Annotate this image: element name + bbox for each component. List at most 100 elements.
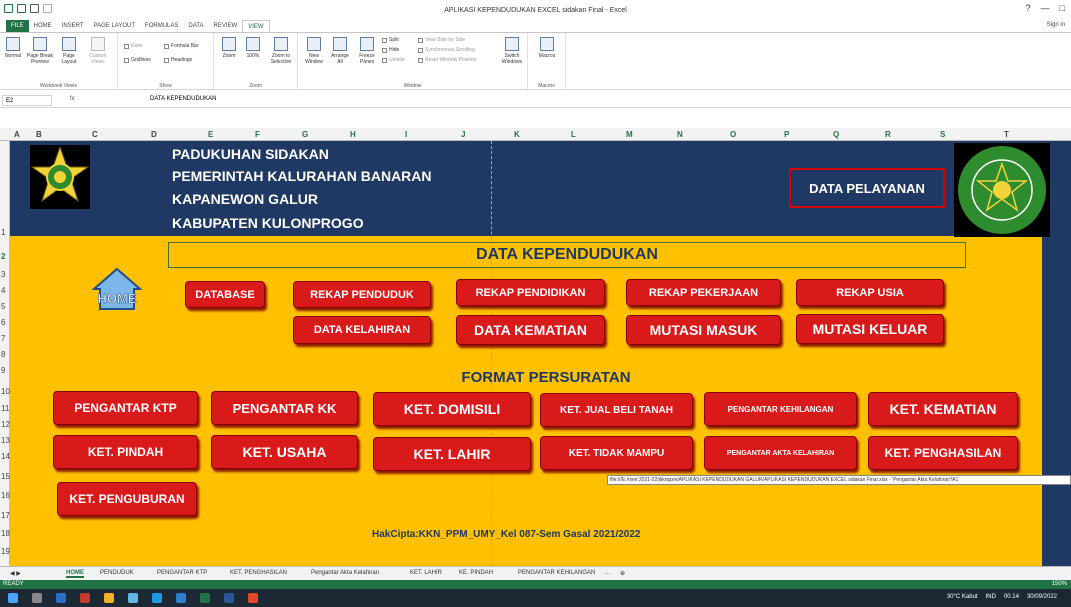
data-kelahiran-button[interactable]: DATA KELAHIRAN (293, 316, 431, 344)
home-icon[interactable]: HOME (91, 267, 143, 311)
pengantar-akta-kelahiran-button[interactable]: PENGANTAR AKTA KELAHIRAN (704, 436, 857, 470)
ket-usaha-button[interactable]: KET. USAHA (211, 435, 358, 469)
column-header[interactable]: P (784, 130, 789, 139)
mutasi-masuk-button[interactable]: MUTASI MASUK (626, 315, 781, 345)
zoom-button[interactable]: Zoom (218, 37, 240, 59)
sheet-tab-ke-pindah[interactable]: KE. PINDAH (459, 570, 493, 576)
data-kematian-button[interactable]: DATA KEMATIAN (456, 315, 605, 345)
split-button[interactable]: Split (382, 37, 399, 43)
sheet-tab-ket-penghasilan[interactable]: KET. PENGHASILAN (230, 570, 287, 576)
row-header[interactable]: 1 (1, 228, 5, 237)
gridlines-checkbox[interactable]: Gridlines (124, 57, 151, 63)
tab-data[interactable]: DATA (183, 20, 208, 32)
teams-icon[interactable] (128, 593, 138, 603)
tab-home[interactable]: HOME (29, 20, 57, 32)
sheet-tab-pengantar-ktp[interactable]: PENGANTAR KTP (157, 570, 207, 576)
ket-domisili-button[interactable]: KET. DOMISILI (373, 392, 531, 426)
row-header[interactable]: 2 (1, 252, 5, 261)
row-header[interactable]: 5 (1, 302, 5, 311)
sheet-tab-home[interactable]: HOME (66, 570, 84, 578)
sheet-tab-more[interactable]: ... (605, 570, 610, 576)
sheet-tab-ket-lahir[interactable]: KET. LAHIR (410, 570, 442, 576)
clock-time[interactable]: 00.14 (1004, 594, 1019, 600)
custom-views-button[interactable]: Custom Views (84, 37, 112, 65)
page-layout-button[interactable]: Page Layout (56, 37, 82, 65)
row-header[interactable]: 12 (1, 420, 10, 429)
rekap-usia-button[interactable]: REKAP USIA (796, 279, 944, 306)
row-header[interactable]: 7 (1, 334, 5, 343)
arrange-all-button[interactable]: Arrange All (328, 37, 352, 65)
row-header[interactable]: 18 (1, 529, 10, 538)
column-header[interactable]: H (350, 130, 356, 139)
page-break-preview-button[interactable]: Page Break Preview (26, 37, 54, 65)
column-header[interactable]: M (626, 130, 633, 139)
column-header[interactable]: L (571, 130, 576, 139)
column-header[interactable]: I (405, 130, 407, 139)
macros-button[interactable]: Macros (534, 37, 560, 59)
column-header[interactable]: D (151, 130, 157, 139)
file-explorer-icon[interactable] (104, 593, 114, 603)
data-pelayanan-button[interactable]: DATA PELAYANAN (789, 168, 945, 208)
column-header[interactable]: R (885, 130, 891, 139)
normal-view-button[interactable]: Normal (2, 37, 24, 59)
row-header[interactable]: 14 (1, 452, 10, 461)
sheet-nav-icon[interactable]: ◀ ▶ (10, 570, 21, 577)
reset-window-position-button[interactable]: Reset Window Position (418, 57, 476, 63)
tab-formulas[interactable]: FORMULAS (140, 20, 183, 32)
store-icon[interactable] (56, 593, 66, 603)
ket-penguburan-button[interactable]: KET. PENGUBURAN (57, 482, 197, 516)
ruler-checkbox[interactable]: Ruler (124, 43, 143, 49)
synchronous-scrolling-button[interactable]: Synchronous Scrolling (418, 47, 475, 53)
tab-file[interactable]: FILE (6, 20, 29, 32)
column-header[interactable]: B (36, 130, 42, 139)
column-header[interactable]: Q (833, 130, 839, 139)
row-header[interactable]: 10 (1, 387, 10, 396)
column-header[interactable]: S (940, 130, 945, 139)
database-button[interactable]: DATABASE (185, 281, 265, 308)
switch-windows-button[interactable]: Switch Windows (498, 37, 526, 65)
row-header[interactable]: 17 (1, 511, 10, 520)
view-side-by-side-button[interactable]: View Side by Side (418, 37, 465, 43)
sign-in-link[interactable]: Sign in (1047, 22, 1065, 28)
weather-text[interactable]: 30°C Kabut (947, 594, 978, 600)
pengantar-ktp-button[interactable]: PENGANTAR KTP (53, 391, 198, 425)
ket-pindah-button[interactable]: KET. PINDAH (53, 435, 198, 469)
sheet-tab-pengantar-kehilangan[interactable]: PENGANTAR KEHILANGAN (518, 570, 595, 576)
freeze-panes-button[interactable]: Freeze Panes (354, 37, 380, 65)
ket-penghasilan-button[interactable]: KET. PENGHASILAN (868, 436, 1018, 470)
pengantar-kk-button[interactable]: PENGANTAR KK (211, 391, 358, 425)
hide-button[interactable]: Hide (382, 47, 399, 53)
mail-icon[interactable] (176, 593, 186, 603)
column-header[interactable]: E (208, 130, 213, 139)
language-indicator[interactable]: IND (986, 594, 996, 600)
row-header[interactable]: 3 (1, 270, 5, 279)
minimize-button[interactable]: — (1041, 3, 1050, 13)
ket-lahir-button[interactable]: KET. LAHIR (373, 437, 531, 471)
excel-taskbar-icon[interactable] (200, 593, 210, 603)
column-header[interactable]: K (514, 130, 520, 139)
row-header[interactable]: 15 (1, 472, 10, 481)
tab-review[interactable]: REVIEW (209, 20, 243, 32)
row-header[interactable]: 8 (1, 350, 5, 359)
row-header[interactable]: 16 (1, 491, 10, 500)
tab-page-layout[interactable]: PAGE LAYOUT (89, 20, 140, 32)
add-sheet-icon[interactable]: ⊕ (620, 570, 625, 577)
column-header[interactable]: J (461, 130, 465, 139)
column-header[interactable]: O (730, 130, 736, 139)
zoom-100-button[interactable]: 100% (242, 37, 264, 59)
maximize-button[interactable]: □ (1060, 3, 1065, 13)
column-header[interactable]: A (14, 130, 20, 139)
formula-input[interactable]: DATA KEPENDUDUKAN (150, 96, 216, 102)
sheet-tab-pengantar-akta[interactable]: Pengantar Akta Kelahiran (311, 570, 379, 576)
ket-jual-beli-tanah-button[interactable]: KET. JUAL BELI TANAH (540, 393, 693, 427)
windows-start-icon[interactable] (8, 593, 18, 603)
column-header[interactable]: G (302, 130, 308, 139)
formula-bar-checkbox[interactable]: Formula Bar (164, 43, 199, 49)
sheet-tab-penduduk[interactable]: PENDUDUK (100, 570, 134, 576)
row-header[interactable]: 9 (1, 366, 5, 375)
zoom-to-selection-button[interactable]: Zoom to Selection (266, 37, 296, 65)
edge-icon[interactable] (152, 593, 162, 603)
column-header[interactable]: F (255, 130, 260, 139)
rekap-pendidikan-button[interactable]: REKAP PENDIDIKAN (456, 279, 605, 306)
tab-insert[interactable]: INSERT (57, 20, 89, 32)
